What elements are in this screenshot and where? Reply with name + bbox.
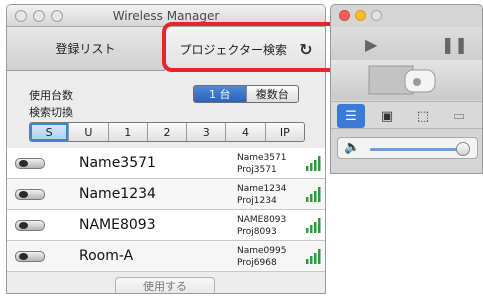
projector-icon [15, 189, 45, 200]
projector-name: NAME8093 [79, 217, 156, 233]
projector-sub-name: NAME8093 [237, 215, 287, 225]
projector-row[interactable]: Room-A Name0995 Proj6968 [7, 241, 325, 272]
control-panel: ▶ ❚❚ ☰ ▣ ⬚ ▭ 🔈 [330, 4, 483, 174]
count-option-single[interactable]: 1 台 [194, 86, 246, 102]
projector-row[interactable]: NAME8093 NAME8093 Proj8093 [7, 210, 325, 241]
projector-icon [15, 158, 45, 169]
projector-name: Name1234 [79, 186, 156, 202]
tab-label: 登録リスト [55, 42, 116, 56]
projector-sub-name: Name1234 [237, 184, 287, 194]
speaker-icon: 🔈 [344, 140, 361, 155]
projector-sub-name: Name0995 [237, 246, 287, 256]
selection-icon[interactable]: ⬚ [409, 104, 437, 128]
switch-option-1[interactable]: 1 [107, 123, 147, 141]
use-button[interactable]: 使用する [115, 277, 215, 293]
projector-id: Proj6968 [237, 258, 277, 268]
count-option-multiple[interactable]: 複数台 [245, 86, 298, 102]
switch-label: 検索切換 [29, 106, 73, 119]
switch-option-3[interactable]: 3 [186, 123, 225, 141]
projector-name: Room-A [79, 248, 134, 264]
window-title: Wireless Manager [112, 9, 220, 23]
signal-strength-icon [306, 218, 321, 233]
projector-id: Proj1234 [237, 196, 277, 206]
pause-icon[interactable]: ❚❚ [441, 35, 468, 54]
volume-slider-knob[interactable] [456, 142, 470, 156]
volume-control: 🔈 [337, 137, 478, 159]
search-switch-control: S U 1 2 3 4 IP [29, 122, 305, 142]
projector-id: Proj3571 [237, 165, 277, 175]
projector-icon [15, 251, 45, 262]
signal-strength-icon [306, 187, 321, 202]
count-segmented-control: 1 台 複数台 [193, 85, 299, 103]
projector-row[interactable]: Name3571 Name3571 Proj3571 [7, 148, 325, 179]
projector-preview-icon [368, 65, 436, 95]
signal-strength-icon [306, 156, 321, 171]
switch-option-u[interactable]: U [68, 123, 107, 141]
panel-zoom-button[interactable] [371, 10, 382, 21]
tab-registered-list[interactable]: 登録リスト [7, 27, 165, 71]
projector-id: Proj8093 [237, 227, 277, 237]
search-tab-highlight [162, 22, 346, 72]
switch-option-ip[interactable]: IP [264, 123, 304, 141]
list-icon[interactable]: ☰ [337, 104, 365, 128]
panel-minimize-button[interactable] [355, 10, 366, 21]
projector-icon [15, 220, 45, 231]
briefcase-icon[interactable]: ▣ [373, 104, 401, 128]
projection-preview [331, 60, 482, 100]
panel-close-button[interactable] [339, 10, 350, 21]
tool-strip: ☰ ▣ ⬚ ▭ [331, 101, 482, 129]
signal-strength-icon [306, 249, 321, 264]
projector-row[interactable]: Name1234 Name1234 Proj1234 [7, 179, 325, 210]
projector-name: Name3571 [79, 155, 156, 171]
screen-icon[interactable]: ▭ [445, 104, 473, 128]
volume-track[interactable] [370, 148, 464, 151]
projector-sub-name: Name3571 [237, 153, 287, 163]
switch-option-4[interactable]: 4 [225, 123, 264, 141]
switch-option-2[interactable]: 2 [146, 123, 186, 141]
projector-list: Name3571 Name3571 Proj3571 Name1234 Name… [7, 148, 325, 272]
switch-option-s[interactable]: S [30, 123, 69, 141]
footer-bar: 使用する [7, 275, 325, 293]
count-label: 使用台数 [29, 89, 73, 102]
play-icon[interactable]: ▶ [365, 35, 377, 54]
